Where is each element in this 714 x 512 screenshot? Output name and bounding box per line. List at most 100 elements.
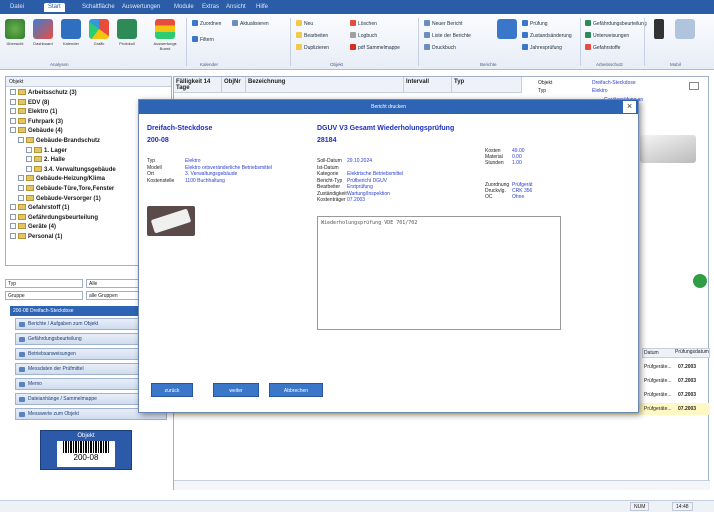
- tree-node[interactable]: Geräte (4): [10, 223, 56, 232]
- dialog-report-title: DGUV V3 Gesamt Wiederholungsprüfung: [317, 125, 455, 132]
- menu-datei[interactable]: Datei: [6, 3, 28, 12]
- expand-icon[interactable]: [18, 185, 24, 191]
- next-button[interactable]: weiter: [213, 383, 259, 397]
- scanner-button[interactable]: [672, 17, 698, 57]
- pruefung-button[interactable]: Prüfung: [522, 20, 548, 28]
- folder-icon: [18, 117, 26, 124]
- druckbuch-button[interactable]: Druckbuch: [424, 44, 456, 52]
- barcode-label: 200-08: [57, 441, 115, 467]
- tree-node[interactable]: Arbeitsschutz (3): [10, 89, 77, 98]
- logbuch-button[interactable]: Logbuch: [350, 32, 377, 40]
- neu-button[interactable]: Neu: [296, 20, 313, 28]
- tree-node[interactable]: Gebäude-Brandschutz: [18, 137, 100, 146]
- expand-icon[interactable]: [10, 233, 16, 239]
- expand-icon[interactable]: [10, 98, 16, 105]
- horizontal-scrollbar[interactable]: [174, 480, 710, 490]
- expand-icon[interactable]: [26, 165, 32, 172]
- menu-schaltflaeche[interactable]: Schaltfläche: [78, 3, 119, 12]
- expand-icon[interactable]: [26, 156, 32, 163]
- tree-node[interactable]: Gebäude-Versorger (1): [18, 194, 101, 204]
- tree-node-label: Gefahrstoff (1): [28, 205, 70, 212]
- protocol-icon: [117, 19, 137, 39]
- loeschen-button[interactable]: Löschen: [350, 20, 377, 28]
- tree-node-label: 1. Lager: [44, 147, 68, 154]
- duplizieren-button[interactable]: Duplizieren: [296, 44, 329, 52]
- liste-berichte-button[interactable]: Liste der Berichte: [424, 32, 471, 40]
- close-icon[interactable]: ×: [623, 101, 636, 113]
- zuordnen-button[interactable]: Zuordnen: [192, 20, 221, 28]
- col-objnr[interactable]: ObjNr: [222, 77, 246, 93]
- expand-icon[interactable]: [10, 108, 16, 115]
- tree-node[interactable]: 3.4. Verwaltungsgebäude: [26, 165, 116, 175]
- col-bezeichnung[interactable]: Bezeichnung: [246, 77, 404, 93]
- folder-icon: [18, 213, 26, 220]
- expand-icon[interactable]: [10, 204, 16, 211]
- type-filter[interactable]: Typ: [5, 279, 83, 288]
- menu-hilfe[interactable]: Hilfe: [252, 3, 272, 12]
- chart-icon: [33, 19, 53, 39]
- dashboard-button[interactable]: Dashboard: [30, 17, 56, 57]
- protokoll-button[interactable]: Protokoll: [114, 17, 140, 57]
- folder-icon: [34, 165, 42, 172]
- filtern-button[interactable]: Filtern: [192, 36, 214, 44]
- tree-node[interactable]: Fuhrpark (3): [10, 117, 63, 127]
- kalender-button[interactable]: Kalender: [58, 17, 84, 57]
- menu-auswertungen[interactable]: Auswertungen: [118, 3, 164, 12]
- row-date: 07.2003: [678, 392, 697, 398]
- add-icon[interactable]: [693, 274, 707, 288]
- menu-ansicht[interactable]: Ansicht: [222, 3, 250, 12]
- expand-icon[interactable]: [10, 89, 16, 95]
- suchen-button[interactable]: Aktualisieren: [232, 20, 269, 28]
- group-filter[interactable]: Gruppe: [5, 291, 83, 300]
- expand-icon[interactable]: [10, 117, 16, 124]
- bearbeiten-button[interactable]: Bearbeiten: [296, 32, 328, 40]
- back-button[interactable]: zurück: [151, 383, 193, 397]
- col-faelligkeit[interactable]: Fälligkeit 14 Tage: [174, 77, 222, 93]
- cancel-button[interactable]: Abbrechen: [269, 383, 323, 397]
- expand-icon[interactable]: [26, 146, 32, 153]
- expand-icon[interactable]: [18, 175, 24, 182]
- expand-icon[interactable]: [10, 127, 16, 134]
- tree-node[interactable]: 2. Halle: [26, 156, 65, 165]
- jahrespruefung-button[interactable]: Jahresprüfung: [522, 44, 562, 52]
- menu-bar: Datei Start Schaltfläche Auswertungen Mo…: [0, 0, 714, 14]
- unterweisungen-button[interactable]: Unterweisungen: [585, 32, 629, 40]
- gefahrstoffe-button[interactable]: Gefahrstoffe: [585, 44, 620, 52]
- edit-icon: [296, 32, 302, 38]
- tree-node[interactable]: EDV (8): [10, 98, 49, 108]
- tree-node[interactable]: Gefahrstoff (1): [10, 204, 69, 213]
- tree-node[interactable]: Gebäude (4): [10, 127, 63, 136]
- tree-node[interactable]: Gefährdungsbeurteilung: [10, 213, 98, 223]
- tree-node[interactable]: Gebäude-Heizung/Klima: [18, 175, 105, 184]
- auswertungsboard-button[interactable]: Auswertungs Board: [148, 17, 182, 57]
- tree-node-label: Gebäude-Brandschutz: [36, 138, 101, 144]
- col-typ[interactable]: Typ: [452, 77, 522, 93]
- uebersicht-button[interactable]: Übersicht: [2, 17, 28, 57]
- tree-node[interactable]: Gebäude-Türe,Tore,Fenster: [18, 185, 114, 194]
- dropdown-icon[interactable]: [689, 82, 699, 90]
- tree-node[interactable]: 1. Lager: [26, 146, 68, 156]
- neuer-bericht-button[interactable]: Neuer Bericht: [424, 20, 463, 28]
- mobile-app-button[interactable]: [648, 17, 670, 57]
- expand-icon[interactable]: [10, 223, 16, 230]
- menu-module[interactable]: Module: [170, 3, 198, 12]
- delete-icon: [350, 20, 356, 26]
- gefaehrdungsbeurteilung-label: Gefährdungsbeurteilung: [593, 21, 647, 27]
- expand-icon[interactable]: [18, 194, 24, 201]
- col-intervall[interactable]: Intervall: [404, 77, 452, 93]
- tree-node[interactable]: Personal (1): [10, 233, 62, 242]
- grafik-button[interactable]: Grafik: [86, 17, 112, 57]
- pruefung-big-button[interactable]: [494, 17, 520, 57]
- expand-icon[interactable]: [18, 137, 24, 143]
- report-memo-textarea[interactable]: Wiederholungsprüfung VDE 701/702: [317, 216, 561, 330]
- menu-extras[interactable]: Extras: [198, 3, 223, 12]
- group-separator: [186, 18, 187, 66]
- col-pruefungsdatum[interactable]: Prüfungsdatum: [674, 348, 710, 356]
- gefaehrdungsbeurteilung-button[interactable]: Gefährdungsbeurteilung: [585, 20, 647, 28]
- tree-node[interactable]: Elektro (1): [10, 108, 57, 117]
- menu-start[interactable]: Start: [44, 3, 65, 12]
- field-label: Bearbeiter: [317, 184, 341, 190]
- expand-icon[interactable]: [10, 213, 16, 220]
- pdf-sammelmappe-button[interactable]: pdf Sammelmappe: [350, 44, 400, 52]
- zustandsaenderung-button[interactable]: Zustandsänderung: [522, 32, 572, 40]
